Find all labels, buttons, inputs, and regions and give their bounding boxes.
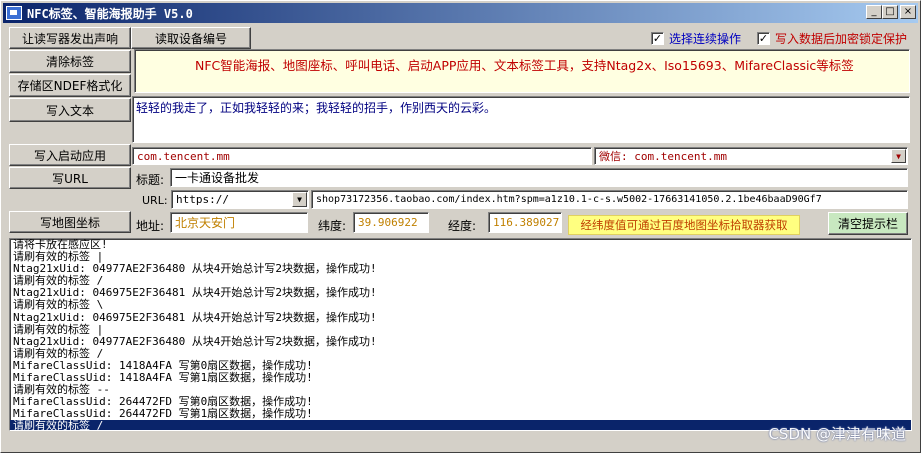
minimize-button[interactable]: _: [866, 5, 882, 19]
app-select-value: 微信: com.tencent.mm: [599, 150, 727, 163]
log-list[interactable]: 请将卡放在感应区! 请刷有效的标签 | Ntag21xUid: 04977AE2F3…: [9, 238, 912, 431]
log-item[interactable]: 请将卡放在感应区!: [13, 239, 908, 251]
app-window: NFC标签、智能海报助手 V5.0 _ □ × 让读写器发出声响 读取设备编号 …: [0, 0, 921, 453]
chevron-down-icon[interactable]: ▼: [891, 149, 906, 163]
write-url-button[interactable]: 写URL: [9, 167, 131, 189]
write-app-button[interactable]: 写入启动应用: [9, 144, 131, 166]
longitude-input[interactable]: 116.389027: [488, 212, 562, 233]
title-bar[interactable]: NFC标签、智能海报助手 V5.0 _ □ ×: [3, 3, 918, 23]
log-item[interactable]: Ntag21xUid: 04977AE2F36480 从块4开始总计写2块数据，…: [13, 335, 908, 348]
log-item[interactable]: 请刷有效的标签 |: [13, 323, 908, 336]
continuous-option[interactable]: ✓ 选择连续操作: [651, 30, 741, 47]
url-prefix-label: URL:: [142, 194, 168, 207]
map-hint: 经纬度值可通过百度地图坐标拾取器获取: [568, 215, 800, 235]
log-item[interactable]: 请刷有效的标签 \: [13, 299, 908, 311]
chevron-down-icon[interactable]: ▼: [292, 192, 307, 207]
watermark: CSDN @津津有味道: [768, 425, 906, 443]
write-map-button[interactable]: 写地图坐标: [9, 211, 131, 233]
latitude-input[interactable]: 39.906922: [353, 212, 429, 233]
maximize-button[interactable]: □: [882, 5, 898, 19]
app-icon: [6, 6, 22, 20]
url-address-input[interactable]: shop73172356.taobao.com/index.htm?spm=a1…: [311, 190, 908, 209]
log-item[interactable]: MifareClassUid: 1418A4FA 写第1扇区数据，操作成功!: [13, 371, 908, 384]
beep-button[interactable]: 让读写器发出声响: [9, 27, 131, 49]
lock-checkbox[interactable]: ✓: [757, 32, 770, 45]
lock-label: 写入数据后加密锁定保护: [775, 32, 908, 46]
window-title: NFC标签、智能海报助手 V5.0: [27, 6, 193, 21]
map-address-label: 地址:: [136, 219, 165, 233]
clear-tag-button[interactable]: 清除标签: [9, 50, 131, 73]
lock-option[interactable]: ✓ 写入数据后加密锁定保护: [757, 30, 907, 47]
continuous-label: 选择连续操作: [669, 32, 742, 46]
url-title-input[interactable]: 一卡通设备批发: [170, 168, 908, 187]
app-package-input[interactable]: com.tencent.mm: [132, 147, 592, 165]
read-serial-button[interactable]: 读取设备编号: [131, 27, 251, 49]
format-ndef-button[interactable]: 存储区NDEF格式化: [9, 74, 131, 97]
close-button[interactable]: ×: [900, 5, 916, 19]
log-item[interactable]: Ntag21xUid: 04977AE2F36480 从块4开始总计写2块数据，…: [13, 263, 908, 275]
latitude-label: 纬度:: [318, 219, 347, 233]
app-select[interactable]: 微信: com.tencent.mm ▼: [594, 147, 908, 165]
text-content-input[interactable]: 轻轻的我走了，正如我轻轻的来；我轻轻的招手，作别西天的云彩。: [132, 96, 910, 143]
url-title-label: 标题:: [136, 173, 165, 187]
url-prefix-select[interactable]: https:// ▼: [171, 190, 309, 209]
log-item[interactable]: MifareClassUid: 264472FD 写第1扇区数据，操作成功!: [13, 408, 908, 420]
log-item[interactable]: Ntag21xUid: 046975E2F36481 从块4开始总计写2块数据，…: [13, 311, 908, 324]
log-item[interactable]: Ntag21xUid: 046975E2F36481 从块4开始总计写2块数据，…: [13, 287, 908, 299]
map-address-input[interactable]: 北京天安门: [170, 212, 308, 233]
longitude-label: 经度:: [448, 219, 477, 233]
clear-hint-button[interactable]: 清空提示栏: [828, 212, 908, 235]
continuous-checkbox[interactable]: ✓: [651, 32, 664, 45]
window-controls: _ □ ×: [866, 5, 916, 19]
url-prefix-value: https://: [176, 193, 229, 206]
write-text-button[interactable]: 写入文本: [9, 98, 131, 122]
info-banner: NFC智能海报、地图座标、呼叫电话、启动APP应用、文本标签工具，支持Ntag2…: [134, 49, 910, 93]
